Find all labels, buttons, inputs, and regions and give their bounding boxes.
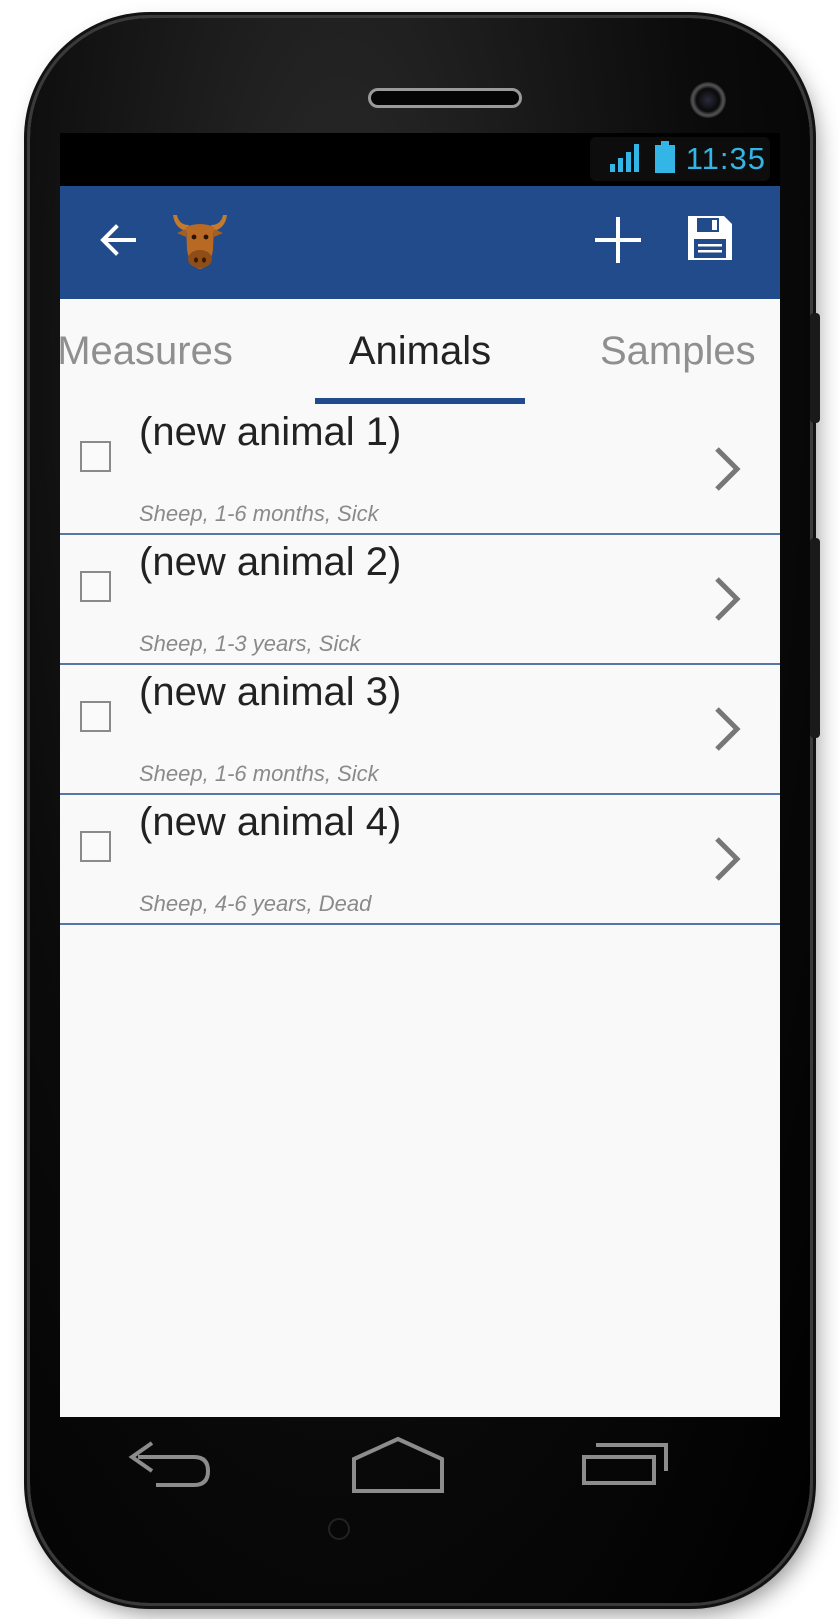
nav-recents-icon[interactable] (580, 1435, 670, 1500)
select-checkbox[interactable] (80, 831, 111, 862)
animal-details: Sheep, 1-6 months, Sick (139, 501, 379, 526)
tab-label: Animals (348, 328, 492, 373)
animal-details: Sheep, 1-6 months, Sick (139, 761, 379, 786)
animal-name: (new animal 2) (139, 540, 402, 584)
select-checkbox[interactable] (80, 701, 111, 732)
bull-head-icon (169, 207, 231, 278)
earpiece-speaker (368, 88, 522, 108)
animal-details: Sheep, 4-6 years, Dead (139, 891, 372, 916)
select-checkbox[interactable] (80, 571, 111, 602)
list-item[interactable]: (new animal 2) Sheep, 1-3 years, Sick (60, 535, 780, 665)
back-button[interactable] (90, 214, 146, 270)
plus-icon (592, 214, 644, 271)
tab-label: Measures (60, 328, 233, 373)
battery-icon (654, 140, 676, 178)
chevron-right-icon[interactable] (713, 705, 743, 758)
animal-list: (new animal 1) Sheep, 1-6 months, Sick (… (60, 405, 780, 1417)
signal-icon (609, 142, 644, 177)
animal-name: (new animal 3) (139, 670, 402, 714)
list-item[interactable]: (new animal 4) Sheep, 4-6 years, Dead (60, 795, 780, 925)
floppy-disk-icon (686, 214, 734, 267)
app-logo (168, 208, 232, 276)
save-button[interactable] (678, 208, 742, 272)
chevron-right-icon[interactable] (713, 835, 743, 888)
action-bar (60, 186, 780, 299)
add-animal-button[interactable] (586, 210, 650, 274)
arrow-left-icon (98, 220, 138, 265)
chevron-right-icon[interactable] (713, 445, 743, 498)
tab-strip: Measures Animals Samples (60, 299, 780, 406)
screen: 11:35 Measures Animals Samples (new anim… (60, 133, 780, 1417)
animal-name: (new animal 4) (139, 800, 402, 844)
tab-label: Samples (600, 328, 756, 373)
tab-animals[interactable]: Animals (315, 299, 525, 403)
status-time: 11:35 (685, 141, 766, 176)
selected-tab-indicator (315, 398, 525, 404)
tab-measures[interactable]: Measures (60, 299, 270, 403)
nav-home-icon[interactable] (350, 1435, 446, 1500)
tab-samples[interactable]: Samples (600, 299, 780, 403)
animal-details: Sheep, 1-3 years, Sick (139, 631, 361, 656)
animal-name: (new animal 1) (139, 410, 402, 454)
list-item[interactable]: (new animal 3) Sheep, 1-6 months, Sick (60, 665, 780, 795)
volume-button (810, 313, 820, 423)
chevron-right-icon[interactable] (713, 575, 743, 628)
front-camera (690, 82, 726, 118)
status-indicators: 11:35 (589, 137, 770, 181)
select-checkbox[interactable] (80, 441, 111, 472)
navigation-bar (60, 1417, 780, 1537)
power-button (810, 538, 820, 738)
list-item[interactable]: (new animal 1) Sheep, 1-6 months, Sick (60, 405, 780, 535)
status-bar: 11:35 (60, 133, 780, 186)
nav-back-icon[interactable] (122, 1435, 212, 1500)
